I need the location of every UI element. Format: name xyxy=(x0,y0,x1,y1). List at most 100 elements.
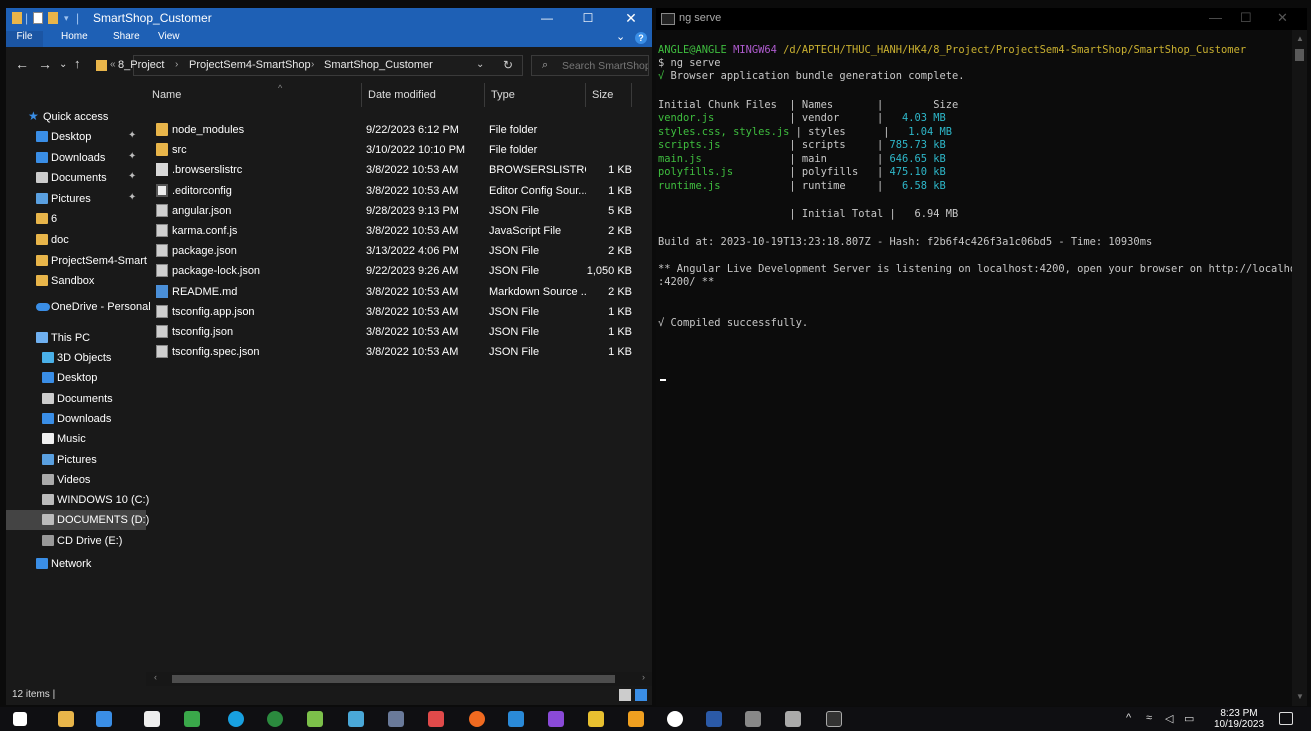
nav-onedrive[interactable]: OneDrive - Personal xyxy=(6,297,151,317)
file-row[interactable]: tsconfig.spec.json 3/8/2022 10:53 AM JSON … xyxy=(146,342,652,362)
store-taskbar-icon[interactable] xyxy=(144,711,160,727)
file-row[interactable]: node_modules 9/22/2023 6:12 PM File folder xyxy=(146,120,652,140)
close-button[interactable]: ✕ xyxy=(612,8,650,29)
nav-item[interactable]: Pictures xyxy=(6,450,146,470)
battery-icon[interactable]: ▭ xyxy=(1184,712,1194,725)
postman-taskbar-icon[interactable] xyxy=(469,711,485,727)
file-explorer-taskbar-icon[interactable] xyxy=(58,711,74,727)
nav-item[interactable]: ProjectSem4-Smart xyxy=(6,251,147,271)
clock-time[interactable]: 8:23 PM xyxy=(1214,708,1264,719)
app-taskbar-icon[interactable] xyxy=(184,711,200,727)
expand-ribbon-icon[interactable]: ⌄ xyxy=(616,30,625,43)
forward-icon[interactable]: → xyxy=(38,56,52,72)
file-row[interactable]: README.md 3/8/2022 10:53 AM Markdown Sourc… xyxy=(146,282,652,302)
column-date-modified[interactable]: Date modified xyxy=(362,83,485,107)
close-button[interactable]: ✕ xyxy=(1277,10,1288,26)
scroll-left-icon[interactable]: ‹ xyxy=(154,672,157,682)
tab-home[interactable]: Home xyxy=(61,31,88,42)
scroll-thumb[interactable] xyxy=(1295,49,1304,61)
nav-item[interactable]: Pictures ✦ xyxy=(6,189,146,209)
terminal-taskbar-icon[interactable] xyxy=(826,711,842,727)
file-row[interactable]: tsconfig.app.json 3/8/2022 10:53 AM JSON F… xyxy=(146,302,652,322)
vscode-taskbar-icon[interactable] xyxy=(508,711,524,727)
edge-taskbar-icon[interactable] xyxy=(228,711,244,727)
refresh-icon[interactable]: ↻ xyxy=(503,58,513,72)
nav-item[interactable]: Desktop xyxy=(6,368,146,388)
customize-toolbar-icon[interactable]: ▾ xyxy=(64,13,69,24)
recent-locations-icon[interactable]: ⌄ xyxy=(59,59,67,70)
maximize-button[interactable]: ☐ xyxy=(1240,10,1252,26)
nav-item[interactable]: CD Drive (E:) xyxy=(6,531,146,551)
breadcrumb-separator-icon[interactable]: › xyxy=(175,59,178,70)
start-icon[interactable] xyxy=(13,712,27,726)
file-row[interactable]: .editorconfig 3/8/2022 10:53 AM Editor Con… xyxy=(146,181,652,201)
overflow-chevron-icon[interactable]: « xyxy=(110,59,116,70)
terminal-title-bar[interactable]: ng serve — ☐ ✕ xyxy=(656,8,1307,30)
app-taskbar-icon[interactable] xyxy=(628,711,644,727)
horizontal-scrollbar[interactable]: ‹ › xyxy=(146,672,652,686)
nav-item[interactable]: Downloads ✦ xyxy=(6,148,146,168)
mail-taskbar-icon[interactable] xyxy=(96,711,112,727)
app-taskbar-icon[interactable] xyxy=(428,711,444,727)
file-row[interactable]: src 3/10/2022 10:10 PM File folder xyxy=(146,140,652,160)
breadcrumb-item[interactable]: ProjectSem4-SmartShop xyxy=(189,59,311,71)
help-icon[interactable]: ? xyxy=(635,32,647,44)
chrome-taskbar-icon[interactable] xyxy=(267,711,283,727)
nav-item[interactable]: doc xyxy=(6,230,146,250)
nav-this-pc[interactable]: This PC xyxy=(6,328,146,348)
file-row[interactable]: .browserslistrc 3/8/2022 10:53 AM BROWSERS… xyxy=(146,160,652,180)
nav-item[interactable]: 6 xyxy=(6,209,146,229)
breadcrumb-separator-icon[interactable]: › xyxy=(311,59,314,70)
scroll-right-icon[interactable]: › xyxy=(642,672,645,682)
tab-file[interactable]: File xyxy=(6,31,43,47)
pin-icon[interactable]: ✦ xyxy=(128,192,136,203)
word-taskbar-icon[interactable] xyxy=(706,711,722,727)
column-size[interactable]: Size xyxy=(586,83,632,107)
nav-item[interactable]: WINDOWS 10 (C:) xyxy=(6,490,149,510)
scroll-up-icon[interactable]: ▲ xyxy=(1296,34,1304,43)
minimize-button[interactable]: — xyxy=(528,8,566,29)
nav-item[interactable]: Desktop ✦ xyxy=(6,127,146,147)
new-folder-icon[interactable] xyxy=(48,12,58,24)
volume-icon[interactable]: ◁ xyxy=(1165,712,1173,725)
maximize-button[interactable]: ☐ xyxy=(569,8,607,29)
file-row[interactable]: angular.json 9/28/2023 9:13 PM JSON File 5 … xyxy=(146,201,652,221)
nav-item[interactable]: Documents ✦ xyxy=(6,168,146,188)
properties-icon[interactable] xyxy=(33,12,43,24)
app-taskbar-icon[interactable] xyxy=(667,711,683,727)
wifi-icon[interactable]: ≈ xyxy=(1146,712,1152,724)
pin-icon[interactable]: ✦ xyxy=(128,130,136,141)
nav-network[interactable]: Network xyxy=(6,554,146,574)
details-view-icon[interactable] xyxy=(619,689,631,701)
nav-item[interactable]: Sandbox xyxy=(6,271,146,291)
file-row[interactable]: tsconfig.json 3/8/2022 10:53 AM JSON File 1… xyxy=(146,322,652,342)
column-name[interactable]: Name xyxy=(146,83,362,107)
terminal-output[interactable]: ANGLE@ANGLE MINGW64 /d/APTECH/THUC_HANH/… xyxy=(658,42,1307,702)
nav-item[interactable]: Documents xyxy=(6,389,146,409)
visual-studio-taskbar-icon[interactable] xyxy=(548,711,564,727)
minimize-button[interactable]: — xyxy=(1209,10,1222,25)
scroll-thumb[interactable] xyxy=(172,675,615,683)
app-taskbar-icon[interactable] xyxy=(745,711,761,727)
tab-share[interactable]: Share xyxy=(113,31,140,42)
file-row[interactable]: package-lock.json 9/22/2023 9:26 AM JSON F… xyxy=(146,261,652,281)
notification-icon[interactable] xyxy=(1279,712,1293,725)
breadcrumb-item[interactable]: 8_Project xyxy=(118,59,164,71)
file-row[interactable]: karma.conf.js 3/8/2022 10:53 AM JavaScript… xyxy=(146,221,652,241)
clock-date[interactable]: 10/19/2023 xyxy=(1209,719,1269,730)
search-box[interactable]: ⌕ Search SmartShop... xyxy=(531,55,649,76)
nav-item[interactable]: Videos xyxy=(6,470,146,490)
breadcrumb-item[interactable]: SmartShop_Customer xyxy=(324,59,433,71)
address-bar[interactable]: « 8_Project › ProjectSem4-SmartShop › Sm… xyxy=(96,55,523,76)
app-taskbar-icon[interactable] xyxy=(388,711,404,727)
large-icons-view-icon[interactable] xyxy=(635,689,647,701)
up-icon[interactable]: ↑ xyxy=(74,56,81,71)
pin-icon[interactable]: ✦ xyxy=(128,171,136,182)
column-type[interactable]: Type xyxy=(485,83,586,107)
nav-item[interactable]: Downloads xyxy=(6,409,146,429)
app-taskbar-icon[interactable] xyxy=(348,711,364,727)
explorer-title-bar[interactable]: | ▾ | SmartShop_Customer — ☐ ✕ xyxy=(6,8,652,29)
nav-item[interactable]: 3D Objects xyxy=(6,348,146,368)
nav-item[interactable]: DOCUMENTS (D:) xyxy=(6,510,149,531)
scroll-down-icon[interactable]: ▼ xyxy=(1296,692,1304,701)
